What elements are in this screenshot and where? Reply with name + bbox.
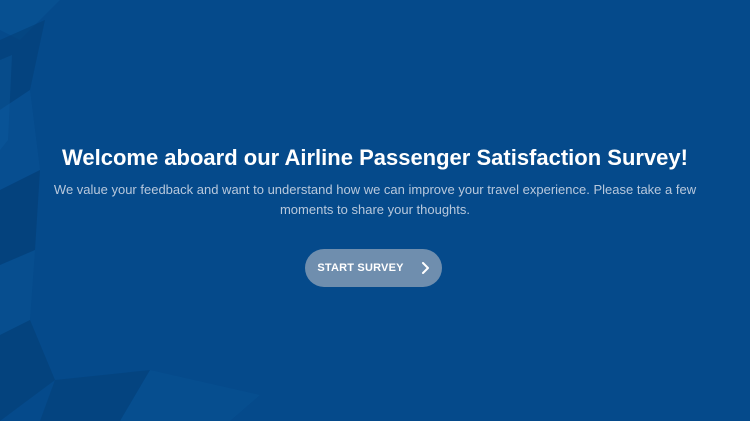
start-survey-label: START SURVEY bbox=[317, 262, 404, 274]
chevron-right-icon bbox=[420, 262, 430, 274]
survey-description: We value your feedback and want to under… bbox=[53, 182, 697, 217]
page-title: Welcome aboard our Airline Passenger Sat… bbox=[62, 145, 688, 170]
welcome-screen: Welcome aboard our Airline Passenger Sat… bbox=[0, 0, 750, 421]
start-survey-button[interactable]: START SURVEY bbox=[305, 249, 442, 287]
